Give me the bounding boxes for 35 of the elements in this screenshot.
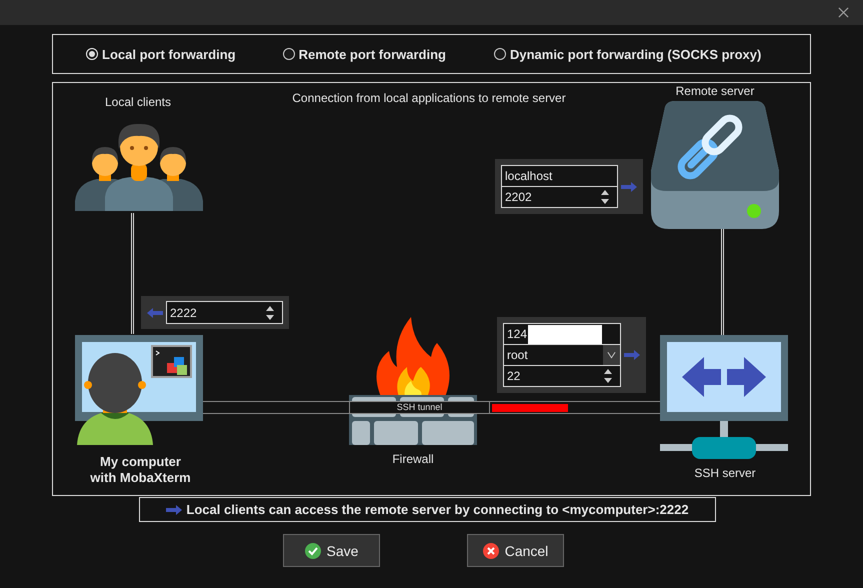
ssh-tunnel-label: SSH tunnel (349, 402, 490, 413)
close-icon[interactable] (838, 7, 849, 18)
my-computer-label: My computer with MobaXterm (89, 454, 192, 486)
spinner-icon[interactable] (601, 190, 609, 204)
arrow-right-icon (166, 504, 182, 514)
mode-radio[interactable]: Remote port forwarding (282, 46, 446, 62)
users-icon (75, 121, 203, 211)
host-field[interactable]: 124 (503, 323, 621, 345)
radio-circle[interactable] (282, 48, 295, 60)
save-button[interactable]: Save (283, 534, 380, 567)
check-icon (304, 542, 321, 558)
cancel-button[interactable]: Cancel (467, 534, 564, 567)
mode-radio[interactable]: Dynamic port forwarding (SOCKS proxy) (494, 46, 762, 62)
host-field[interactable]: localhost (501, 165, 618, 187)
spinner-icon[interactable] (266, 306, 274, 320)
port-field[interactable]: 2202 (501, 186, 618, 208)
chevron-down-icon[interactable] (603, 345, 620, 365)
mode-radio[interactable]: Local port forwarding (86, 46, 236, 62)
diagram-caption: Connection from local applications to remote server (291, 91, 567, 105)
remote-server-label: Remote server (674, 84, 756, 98)
computer-user-icon (75, 335, 203, 445)
ssh-server-label: SSH server (693, 466, 757, 480)
local-clients-label: Local clients (104, 95, 172, 109)
info-text: Local clients can access the remote server by connecting to <mycomputer>:2222 (186, 502, 689, 517)
port-field[interactable]: 22 (503, 365, 621, 387)
user-dropdown[interactable]: root (503, 344, 621, 366)
arrow-right-icon (621, 182, 637, 192)
arrow-right-icon (624, 350, 640, 360)
spinner-icon[interactable] (604, 369, 612, 383)
port-field[interactable]: 2222 (166, 301, 283, 324)
firewall-label: Firewall (391, 452, 435, 466)
arrow-left-icon (147, 308, 163, 318)
radio-circle[interactable] (494, 48, 506, 60)
close-icon (482, 542, 499, 558)
server-drive-icon (651, 101, 779, 229)
